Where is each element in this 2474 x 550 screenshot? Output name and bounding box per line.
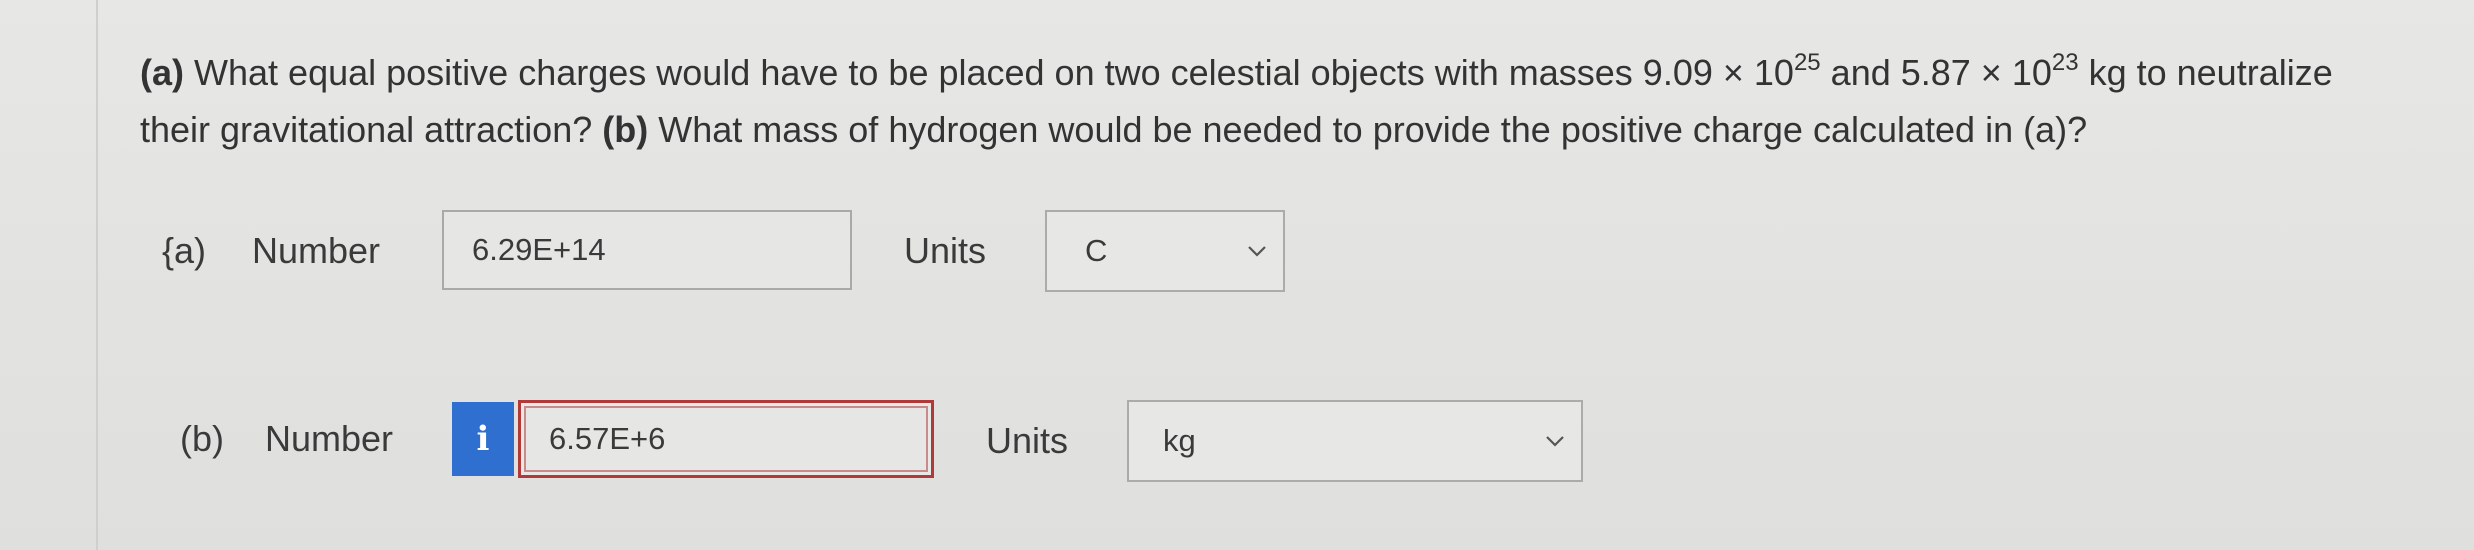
part-a-text-2: and 5.87 × 10 [1830,52,2052,93]
answer-b-units-select[interactable]: kg [1127,400,1583,482]
answer-a-number-input[interactable]: 6.29E+14 [442,210,852,290]
answer-a-units-label: Units [904,230,987,271]
answer-b-number-label: Number [265,418,394,459]
answer-b-number-value: 6.57E+6 [549,421,666,456]
answer-a-part-label: {a) [162,230,207,271]
answer-a-number-value: 6.29E+14 [472,232,606,267]
part-a-exponent-1: 25 [1793,49,1821,76]
chevron-down-icon [1248,246,1266,257]
answer-b-number-input[interactable]: 6.57E+6 [518,400,934,478]
info-icon[interactable]: i [452,402,514,476]
left-border-rule [96,0,98,550]
part-a-text-1: What equal positive charges would have t… [194,52,1794,93]
question-text: (a) What equal positive charges would ha… [140,44,2400,158]
part-b-text: What mass of hydrogen would be needed to… [658,109,2088,150]
answer-a-units-value: C [1085,233,1108,268]
part-a-exponent-2: 23 [2051,49,2079,76]
part-a-label: (a) [140,52,184,93]
answer-a-units-select[interactable]: C [1045,210,1285,292]
answer-a-number-label: Number [252,230,381,271]
part-b-label: (b) [602,109,649,150]
chevron-down-icon [1546,436,1564,447]
answer-b-units-label: Units [986,420,1069,461]
answer-b-units-value: kg [1163,423,1196,458]
answer-b-part-label: (b) [180,418,224,459]
